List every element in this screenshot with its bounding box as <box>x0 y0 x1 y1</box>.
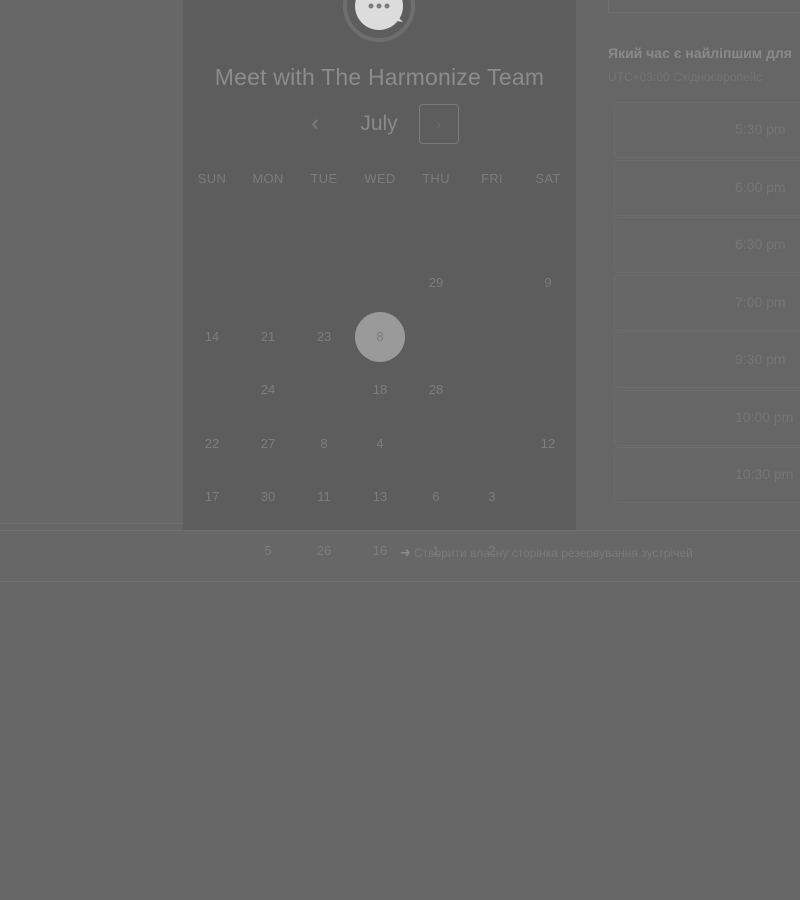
time-slot-button[interactable]: 5:30 pm <box>614 102 800 158</box>
calendar-day[interactable]: 5 <box>243 526 293 576</box>
calendar-day[interactable]: 16 <box>355 526 405 576</box>
create-booking-page-link[interactable]: ➜ Створити власну сторінка резервування з… <box>400 545 693 561</box>
time-slot-label: 10:30 pm <box>735 466 794 482</box>
time-slot-label: 6:30 pm <box>735 236 786 252</box>
weekday-tue: TUE <box>310 171 338 186</box>
scheduling-card: Meet with The Harmonize Team ‹ July › SU… <box>183 0 576 558</box>
month-label: July <box>360 112 398 135</box>
calendar-day[interactable]: 4 <box>355 419 405 469</box>
calendar-day[interactable]: 9 <box>523 258 573 308</box>
weekday-sat: SAT <box>535 171 561 186</box>
time-question: Який час є найліпшим для <box>608 45 792 61</box>
time-slot-button[interactable]: 6:00 pm <box>614 159 800 216</box>
calendar-day[interactable]: 18 <box>355 365 405 415</box>
chevron-right-icon[interactable]: › <box>419 104 459 144</box>
calendar-day-selected[interactable]: 8 <box>355 311 405 362</box>
panel-tabs <box>608 0 800 13</box>
calendar-day[interactable]: 24 <box>243 365 293 415</box>
calendar-day[interactable]: 12 <box>523 419 573 469</box>
create-booking-page-label: Створити власну сторінка резервування зу… <box>414 546 693 560</box>
time-slot-label: 9:30 pm <box>735 351 786 367</box>
time-slot-button[interactable]: 10:00 pm <box>614 389 800 446</box>
calendar-day[interactable]: 30 <box>243 472 293 522</box>
month-navigation: ‹ July › <box>183 104 576 146</box>
weekday-header: SUN MON TUE WED THU FRI SAT <box>183 171 576 187</box>
time-slot-label: 6:00 pm <box>735 178 786 195</box>
time-slot-panel: Який час є найліпшим для UTC+03:00 Східн… <box>608 0 800 520</box>
time-slot-button[interactable]: 6:30 pm <box>614 217 800 273</box>
chevron-left-icon[interactable]: ‹ <box>301 110 329 138</box>
calendar-day[interactable]: 29 <box>411 258 461 308</box>
time-slot-button[interactable]: 7:00 pm <box>614 274 800 331</box>
calendar-day[interactable]: 21 <box>243 312 293 362</box>
calendar-day[interactable]: 17 <box>187 472 237 522</box>
time-slot-label: 10:00 pm <box>735 408 794 425</box>
time-slot-button[interactable]: 10:30 pm <box>614 447 800 503</box>
weekday-wed: WED <box>364 171 396 186</box>
calendar-day[interactable]: 6 <box>411 472 461 522</box>
calendar-day[interactable]: 14 <box>187 312 237 362</box>
weekday-sun: SUN <box>197 171 227 186</box>
arrow-right-icon: ➜ <box>400 545 411 560</box>
page-title: Meet with The Harmonize Team <box>214 64 545 90</box>
background-left-panel <box>0 0 183 524</box>
weekday-mon: MON <box>252 171 284 186</box>
calendar-day[interactable]: 23 <box>299 312 349 362</box>
calendar-day[interactable]: 11 <box>299 472 349 522</box>
chat-bubble-icon <box>343 0 415 42</box>
weekday-thu: THU <box>422 171 450 186</box>
time-slot-label: 5:30 pm <box>735 121 786 137</box>
calendar-day[interactable]: 26 <box>299 526 349 576</box>
time-slot-label: 7:00 pm <box>735 293 786 310</box>
calendar-day[interactable]: 28 <box>411 365 461 415</box>
calendar-day[interactable]: 8 <box>299 419 349 469</box>
weekday-fri: FRI <box>481 171 503 186</box>
calendar-day[interactable]: 13 <box>355 472 405 522</box>
time-slot-button[interactable]: 9:30 pm <box>614 332 800 388</box>
calendar-day[interactable]: 27 <box>243 419 293 469</box>
timezone-label: UTC+03:00 Східноєвропейс <box>608 70 763 84</box>
calendar-day[interactable]: 3 <box>467 472 517 522</box>
calendar-day[interactable]: 22 <box>187 419 237 469</box>
